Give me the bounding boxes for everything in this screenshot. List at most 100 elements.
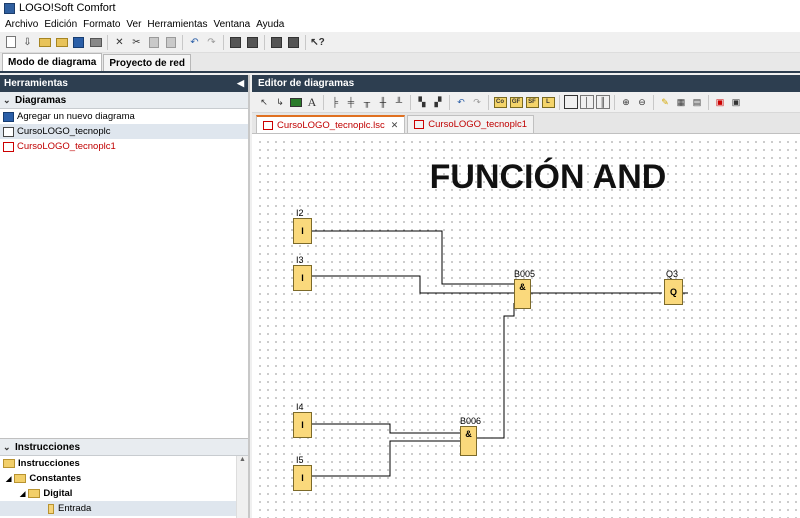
collapse-left-icon[interactable]: ◀: [237, 78, 244, 89]
block-tool-icon[interactable]: [289, 95, 303, 109]
align-bottom-icon[interactable]: ╨: [392, 95, 406, 109]
diagram-icon: [3, 126, 14, 137]
tab-modo-diagrama[interactable]: Modo de diagrama: [2, 53, 103, 71]
expand-arrow-icon[interactable]: ◢: [20, 490, 25, 498]
diagrams-section-header[interactable]: ⌄ Diagramas: [0, 92, 248, 109]
help-pointer-icon[interactable]: ↖?: [310, 35, 325, 50]
redo-icon[interactable]: ↷: [204, 35, 219, 50]
special-functions-button[interactable]: SF: [525, 95, 539, 109]
simulation-icon[interactable]: ▣: [713, 95, 727, 109]
distribute-h-icon[interactable]: ▚: [415, 95, 429, 109]
window-title: LOGO!Soft Comfort: [19, 2, 116, 14]
align-left-icon[interactable]: ╞: [328, 95, 342, 109]
align-center-icon[interactable]: ╪: [344, 95, 358, 109]
grid-icon[interactable]: ▦: [674, 95, 688, 109]
doc-tab-tecnoplc1[interactable]: CursoLOGO_tecnoplc1: [407, 115, 535, 133]
open-folder-icon[interactable]: [37, 35, 52, 50]
menu-archivo[interactable]: Archivo: [2, 19, 41, 30]
basic-functions-button[interactable]: GF: [509, 95, 523, 109]
menu-edicion[interactable]: Edición: [41, 19, 80, 30]
and-block-b006[interactable]: &: [460, 426, 477, 456]
diagram-canvas[interactable]: FUNCIÓN AND I2 I I3 I B005 & Q3 Q I4 I I…: [256, 138, 800, 518]
wire-b006-b005: [476, 303, 515, 439]
distribute-v-icon[interactable]: ▞: [431, 95, 445, 109]
diagram-item-tecnoplc[interactable]: CursoLOGO_tecnoplc: [0, 124, 248, 139]
diagram-sim-icon: [3, 141, 14, 152]
input-block-i2[interactable]: I: [293, 218, 312, 244]
diagram-label: CursoLOGO_tecnoplc1: [17, 141, 116, 152]
view-split-v-icon[interactable]: │: [580, 95, 594, 109]
toolbar-separator: [488, 94, 489, 110]
tree-instrucciones[interactable]: Instrucciones: [0, 456, 248, 471]
device-icon[interactable]: [269, 35, 284, 50]
add-diagram-item[interactable]: Agregar un nuevo diagrama: [0, 109, 248, 124]
chevron-down-icon: ⌄: [3, 441, 11, 452]
block-label-b005: B005: [514, 269, 536, 279]
input-block-i4[interactable]: I: [293, 412, 312, 438]
cut-icon[interactable]: ✂: [129, 35, 144, 50]
toolbar-separator: [182, 34, 183, 50]
block-label-b006: B006: [460, 416, 482, 426]
import-icon[interactable]: ⇩: [20, 35, 35, 50]
output-block-q3[interactable]: Q: [664, 279, 683, 305]
ladder-button[interactable]: L: [541, 95, 555, 109]
constants-button[interactable]: Co: [493, 95, 507, 109]
online-test-icon[interactable]: ▣: [729, 95, 743, 109]
menu-ventana[interactable]: Ventana: [210, 19, 253, 30]
text-tool-icon[interactable]: A: [305, 95, 319, 109]
and-block-b005[interactable]: &: [514, 279, 531, 309]
properties-icon[interactable]: ▤: [690, 95, 704, 109]
instructions-section: ⌄ Instrucciones Instrucciones ◢ Constant…: [0, 438, 248, 518]
copy-icon[interactable]: [146, 35, 161, 50]
close-icon[interactable]: ✕: [391, 120, 399, 131]
connection-wires: [312, 230, 688, 477]
save-icon[interactable]: [71, 35, 86, 50]
input-block-i3[interactable]: I: [293, 265, 312, 291]
zoom-in-icon[interactable]: ⊕: [619, 95, 633, 109]
toolbar-separator: [614, 94, 615, 110]
logo-to-pc-icon[interactable]: [245, 35, 260, 50]
doc-tab-tecnoplc[interactable]: CursoLOGO_tecnoplc.lsc ✕: [256, 115, 406, 133]
undo-icon[interactable]: ↶: [187, 35, 202, 50]
menu-ver[interactable]: Ver: [123, 19, 144, 30]
input-block-icon: [48, 503, 54, 514]
paste-icon[interactable]: [163, 35, 178, 50]
view-split-h-icon[interactable]: ║: [596, 95, 610, 109]
open-recent-icon[interactable]: [54, 35, 69, 50]
instructions-scrollbar[interactable]: ▲: [236, 456, 248, 518]
menu-ayuda[interactable]: Ayuda: [253, 19, 287, 30]
align-middle-icon[interactable]: ╫: [376, 95, 390, 109]
input-block-i5[interactable]: I: [293, 465, 312, 491]
tree-entrada[interactable]: Entrada: [0, 501, 248, 516]
align-top-icon[interactable]: ╥: [360, 95, 374, 109]
editor-toolbar: ↖ ↳ A ╞ ╪ ╥ ╫ ╨ ▚ ▞ ↶ ↷ Co GF SF L │ ║ ⊕…: [252, 92, 800, 113]
highlight-icon[interactable]: ✎: [658, 95, 672, 109]
block-label-i3: I3: [296, 255, 304, 265]
tools-panel: Herramientas ◀ ⌄ Diagramas Agregar un nu…: [0, 75, 250, 518]
menu-formato[interactable]: Formato: [80, 19, 123, 30]
tree-digital[interactable]: ◢ Digital: [0, 486, 248, 501]
menu-herramientas[interactable]: Herramientas: [144, 19, 210, 30]
settings-icon[interactable]: [286, 35, 301, 50]
scroll-up-icon[interactable]: ▲: [237, 456, 248, 468]
expand-arrow-icon[interactable]: ◢: [6, 475, 11, 483]
tree-constantes[interactable]: ◢ Constantes: [0, 471, 248, 486]
zoom-out-icon[interactable]: ⊖: [635, 95, 649, 109]
undo-icon[interactable]: ↶: [454, 95, 468, 109]
redo-icon[interactable]: ↷: [470, 95, 484, 109]
view-single-icon[interactable]: [564, 95, 578, 109]
delete-icon[interactable]: ✕: [112, 35, 127, 50]
tree-label: Constantes: [29, 473, 82, 484]
diagram-item-tecnoplc1[interactable]: CursoLOGO_tecnoplc1: [0, 139, 248, 154]
folder-icon: [28, 489, 41, 498]
instructions-section-header[interactable]: ⌄ Instrucciones: [0, 439, 248, 456]
new-file-icon[interactable]: [3, 35, 18, 50]
pc-to-logo-icon[interactable]: [228, 35, 243, 50]
connect-tool-icon[interactable]: ↳: [273, 95, 287, 109]
tab-proyecto-red[interactable]: Proyecto de red: [103, 54, 191, 71]
doc-tab-label: CursoLOGO_tecnoplc.lsc: [277, 119, 385, 131]
print-icon[interactable]: [88, 35, 103, 50]
toolbar-separator: [653, 94, 654, 110]
wire-i4-b006: [312, 423, 460, 434]
select-tool-icon[interactable]: ↖: [257, 95, 271, 109]
